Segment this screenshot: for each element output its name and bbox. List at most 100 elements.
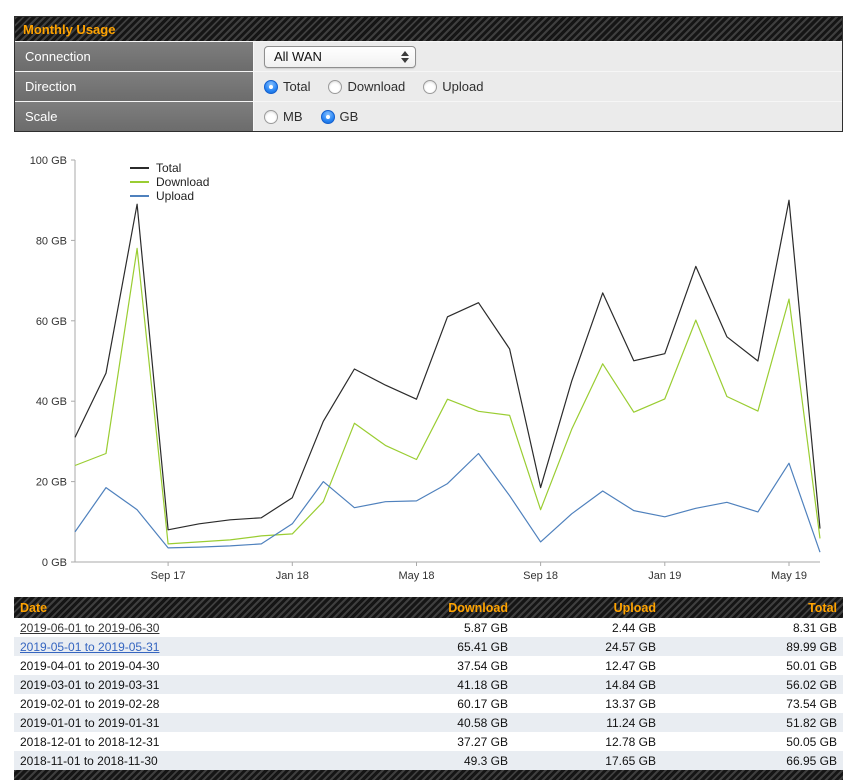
svg-text:May 19: May 19 [771, 570, 807, 582]
radio-unchecked-icon [264, 109, 278, 124]
total-value: 51.82 GB [786, 715, 837, 730]
table-row: 2019-06-01 to 2019-06-30 5.87 GB 2.44 GB… [14, 618, 843, 637]
download-value: 60.17 GB [457, 696, 508, 711]
total-value: 56.02 GB [786, 677, 837, 692]
total-value: 50.05 GB [786, 734, 837, 749]
select-arrows-icon [401, 50, 409, 63]
radio-scale-gb-label: GB [339, 109, 359, 124]
legend-item-upload: Upload [130, 189, 209, 203]
svg-text:80 GB: 80 GB [36, 235, 67, 247]
radio-scale-mb[interactable]: MB [264, 109, 303, 124]
radio-unchecked-icon [423, 79, 438, 94]
svg-text:Sep 17: Sep 17 [151, 570, 186, 582]
upload-value: 13.37 GB [605, 696, 656, 711]
total-value: 66.95 GB [786, 753, 837, 768]
total-series-line [74, 199, 821, 531]
date-range-text: 2018-11-01 to 2018-11-30 [20, 753, 158, 768]
panel-header: Monthly Usage [15, 17, 842, 41]
download-value: 5.87 GB [463, 620, 508, 635]
panel-title: Monthly Usage [23, 21, 116, 37]
svg-text:May 18: May 18 [398, 570, 434, 582]
table-row: 2019-02-01 to 2019-02-28 60.17 GB 13.37 … [14, 694, 843, 713]
upload-value: 12.47 GB [605, 658, 656, 673]
download-value: 40.58 GB [457, 715, 508, 730]
upload-value: 17.65 GB [605, 753, 656, 768]
usage-line-chart: 0 GB 20 GB 40 GB 60 GB 80 GB 100 GB Sep 17 Jan … [30, 155, 821, 582]
connection-label: Connection [15, 42, 254, 71]
table-row: 2019-05-01 to 2019-05-31 65.41 GB 24.57 … [14, 637, 843, 656]
table-row: 2018-12-01 to 2018-12-31 37.27 GB 12.78 … [14, 732, 843, 751]
total-value: 8.31 GB [792, 620, 837, 635]
legend-item-download: Download [130, 175, 209, 189]
total-value: 50.01 GB [786, 658, 837, 673]
download-value: 41.18 GB [457, 677, 508, 692]
table-row: 2019-01-01 to 2019-01-31 40.58 GB 11.24 … [14, 713, 843, 732]
upload-series-line [74, 452, 821, 553]
direction-row: Direction Total Download Upload [15, 71, 842, 101]
upload-value: 24.57 GB [605, 639, 656, 654]
chart-legend: Total Download Upload [130, 161, 209, 203]
connection-field: All WAN [254, 42, 842, 71]
radio-unchecked-icon [328, 79, 343, 94]
scale-field: MB GB [254, 102, 842, 131]
svg-text:Jan 19: Jan 19 [648, 570, 681, 582]
table-header-row: Date Download Upload Total [14, 597, 843, 618]
date-range-text: 2019-03-01 to 2019-03-31 [20, 677, 160, 692]
connection-select[interactable]: All WAN [264, 45, 416, 68]
date-range-link[interactable]: 2019-06-01 to 2019-06-30 [20, 621, 159, 635]
direction-label: Direction [15, 72, 254, 101]
download-value: 49.3 GB [463, 753, 508, 768]
radio-direction-upload[interactable]: Upload [423, 79, 484, 94]
download-column-header: Download [448, 600, 508, 615]
svg-text:20 GB: 20 GB [36, 477, 67, 489]
monthly-usage-panel: Monthly Usage Connection All WAN Directi… [14, 16, 843, 132]
legend-total-label: Total [156, 161, 182, 175]
monthly-usage-table: Date Download Upload Total 2019-06-01 to… [14, 597, 843, 770]
date-range-text: 2019-02-01 to 2019-02-28 [20, 696, 160, 711]
radio-direction-download[interactable]: Download [328, 79, 405, 94]
scale-row: Scale MB GB [15, 101, 842, 131]
total-value: 73.54 GB [786, 696, 837, 711]
download-value: 37.54 GB [457, 658, 508, 673]
upload-value: 2.44 GB [611, 620, 656, 635]
table-row: 2019-04-01 to 2019-04-30 37.54 GB 12.47 … [14, 656, 843, 675]
scale-label: Scale [15, 102, 254, 131]
radio-scale-gb[interactable]: GB [320, 109, 359, 124]
svg-text:Jan 18: Jan 18 [276, 570, 309, 582]
upload-value: 11.24 GB [606, 715, 656, 730]
date-range-text: 2019-01-01 to 2019-01-31 [20, 715, 160, 730]
svg-text:40 GB: 40 GB [36, 396, 67, 408]
svg-text:0 GB: 0 GB [42, 557, 67, 569]
svg-text:100 GB: 100 GB [30, 155, 67, 167]
date-range-link[interactable]: 2019-05-01 to 2019-05-31 [20, 640, 159, 654]
table-footer-bar [14, 770, 843, 780]
date-range-text: 2018-12-01 to 2018-12-31 [20, 734, 160, 749]
usage-chart: 0 GB 20 GB 40 GB 60 GB 80 GB 100 GB Sep 17 Jan … [0, 148, 857, 593]
upload-value: 14.84 GB [605, 677, 656, 692]
total-series-swatch [130, 167, 149, 169]
legend-download-label: Download [156, 175, 210, 189]
date-range-text: 2019-04-01 to 2019-04-30 [20, 658, 160, 673]
radio-direction-download-label: Download [347, 79, 406, 94]
legend-item-total: Total [130, 161, 209, 175]
svg-text:Sep 18: Sep 18 [523, 570, 558, 582]
radio-scale-mb-label: MB [283, 109, 303, 124]
table-row: 2018-11-01 to 2018-11-30 49.3 GB 17.65 G… [14, 751, 843, 770]
download-series-swatch [130, 181, 149, 183]
svg-text:60 GB: 60 GB [36, 316, 67, 328]
total-column-header: Total [808, 600, 837, 615]
connection-select-value: All WAN [274, 49, 322, 64]
radio-checked-icon [320, 109, 335, 124]
upload-column-header: Upload [613, 600, 656, 615]
download-series-line [74, 247, 821, 545]
date-column-header: Date [20, 600, 48, 615]
radio-direction-upload-label: Upload [442, 79, 484, 94]
download-value: 65.41 GB [457, 639, 508, 654]
legend-upload-label: Upload [156, 189, 195, 203]
upload-series-swatch [130, 195, 149, 197]
radio-direction-total[interactable]: Total [264, 79, 310, 94]
table-row: 2019-03-01 to 2019-03-31 41.18 GB 14.84 … [14, 675, 843, 694]
total-value: 89.99 GB [786, 639, 837, 654]
download-value: 37.27 GB [457, 734, 508, 749]
connection-row: Connection All WAN [15, 41, 842, 71]
